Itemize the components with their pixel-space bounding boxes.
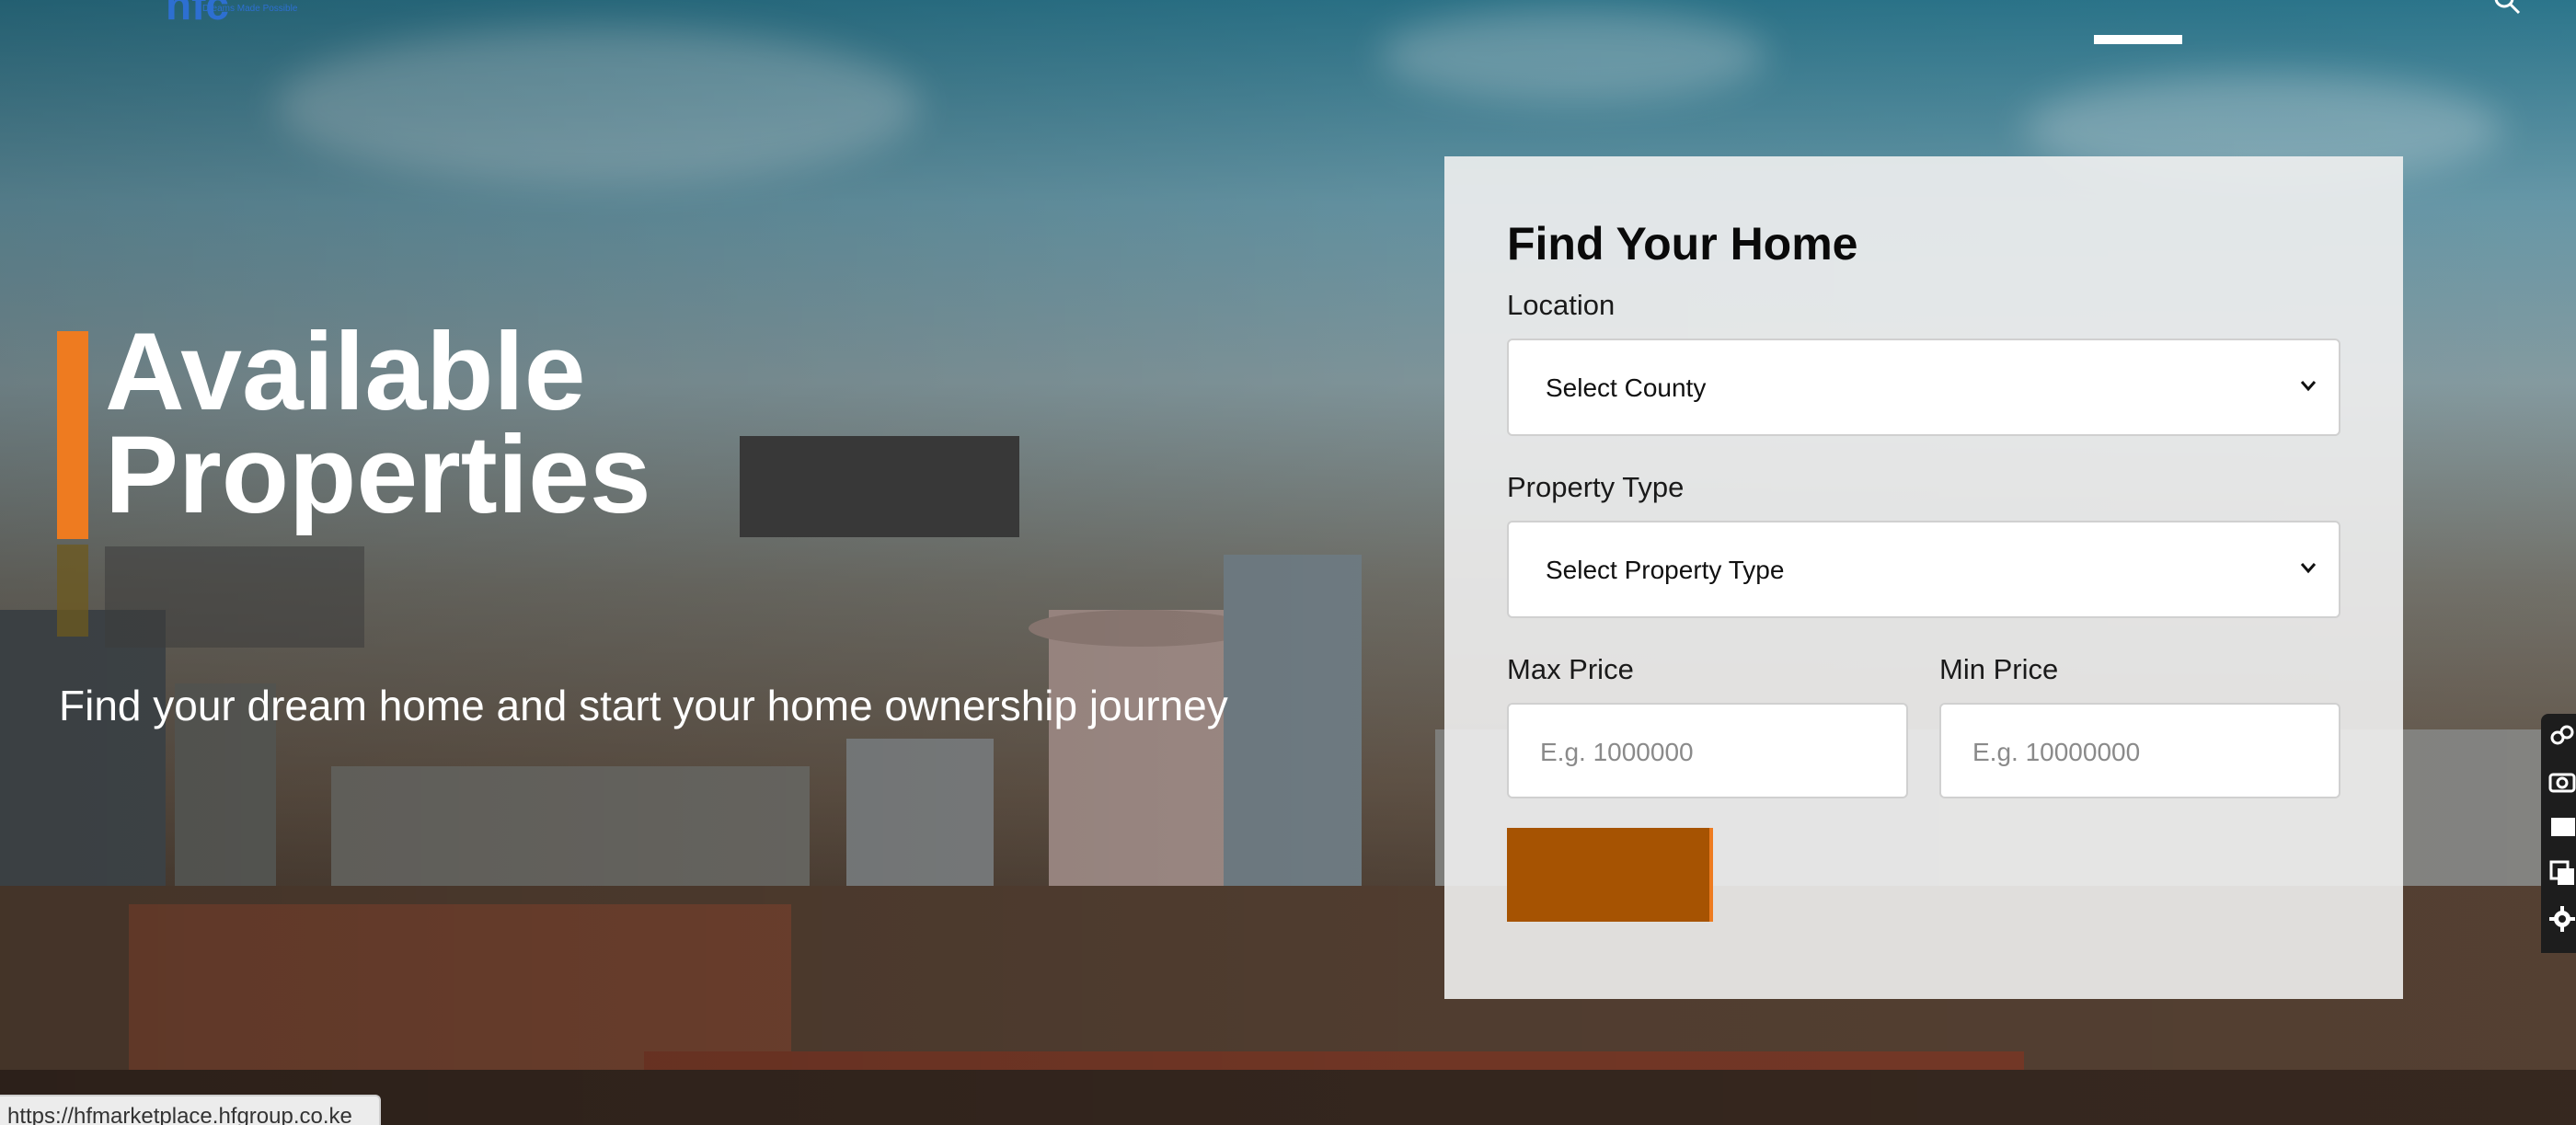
property-type-label: Property Type [1507,471,1685,503]
max-price-placeholder: E.g. 1000000 [1540,738,1694,766]
gear-icon[interactable] [2548,905,2576,933]
max-price-label: Max Price [1507,653,1634,685]
form-title: Find Your Home [1507,218,1858,270]
camera-icon[interactable] [2548,767,2576,795]
logo-tagline: Dreams Made Possible [202,4,298,14]
square-icon[interactable] [2548,813,2576,841]
chevron-down-icon [2300,563,2317,574]
search-button[interactable] [1507,828,1713,922]
side-toolbar [2541,714,2576,953]
accent-bar-shadow [57,545,88,637]
max-price-input[interactable]: E.g. 1000000 [1507,703,1908,798]
min-price-input[interactable]: E.g. 10000000 [1939,703,2340,798]
brand-logo[interactable]: hfc Dreams Made Possible [166,0,359,29]
search-form-panel: Find Your Home Location Select County Pr… [1444,156,2403,999]
location-label: Location [1507,289,1616,321]
property-type-select-value: Select Property Type [1546,556,1785,584]
status-url-text: https://hfmarketplace.hfgroup.co.ke [7,1104,352,1125]
copy-icon[interactable] [2548,859,2576,887]
location-select[interactable]: Select County [1507,339,2340,436]
search-icon[interactable] [2493,0,2521,15]
min-price-label: Min Price [1939,653,2059,685]
location-select-value: Select County [1546,373,1707,402]
property-type-select[interactable]: Select Property Type [1507,521,2340,618]
min-price-placeholder: E.g. 10000000 [1972,738,2141,766]
accent-bar [57,331,88,539]
status-bar-url: https://hfmarketplace.hfgroup.co.ke [0,1095,381,1125]
hero-title: Available Properties [105,310,651,536]
chevron-down-icon [2300,381,2317,392]
hero-subtitle: Find your dream home and start your home… [59,682,1228,729]
link-icon[interactable] [2548,721,2576,749]
redacted-block [740,436,1019,537]
active-nav-indicator [2094,35,2182,44]
redacted-block [105,546,364,648]
